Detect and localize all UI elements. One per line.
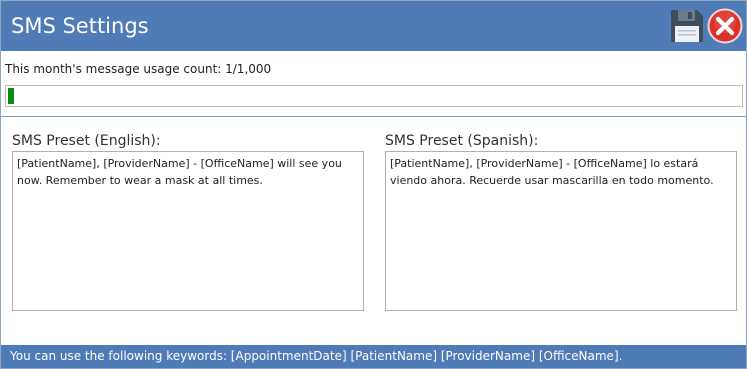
close-x-icon <box>707 8 743 44</box>
sms-settings-window: SMS Settings This month's message usage … <box>0 0 747 369</box>
usage-progress-fill <box>8 88 14 104</box>
save-button[interactable] <box>669 8 705 44</box>
keywords-footer: You can use the following keywords: [App… <box>1 345 746 368</box>
spanish-preset-label: SMS Preset (Spanish): <box>385 133 539 149</box>
section-divider <box>1 116 746 117</box>
english-preset-label: SMS Preset (English): <box>12 133 161 149</box>
close-button[interactable] <box>707 8 743 44</box>
window-title: SMS Settings <box>11 14 149 38</box>
floppy-disk-icon <box>671 10 703 42</box>
english-preset-textarea[interactable]: [PatientName], [ProviderName] - [OfficeN… <box>12 151 364 311</box>
title-bar: SMS Settings <box>1 1 746 51</box>
spanish-preset-textarea[interactable]: [PatientName], [ProviderName] - [OfficeN… <box>385 151 737 311</box>
keywords-hint: You can use the following keywords: [App… <box>10 349 623 363</box>
usage-progress-bar <box>5 85 743 107</box>
usage-count-label: This month's message usage count: 1/1,00… <box>5 62 272 76</box>
